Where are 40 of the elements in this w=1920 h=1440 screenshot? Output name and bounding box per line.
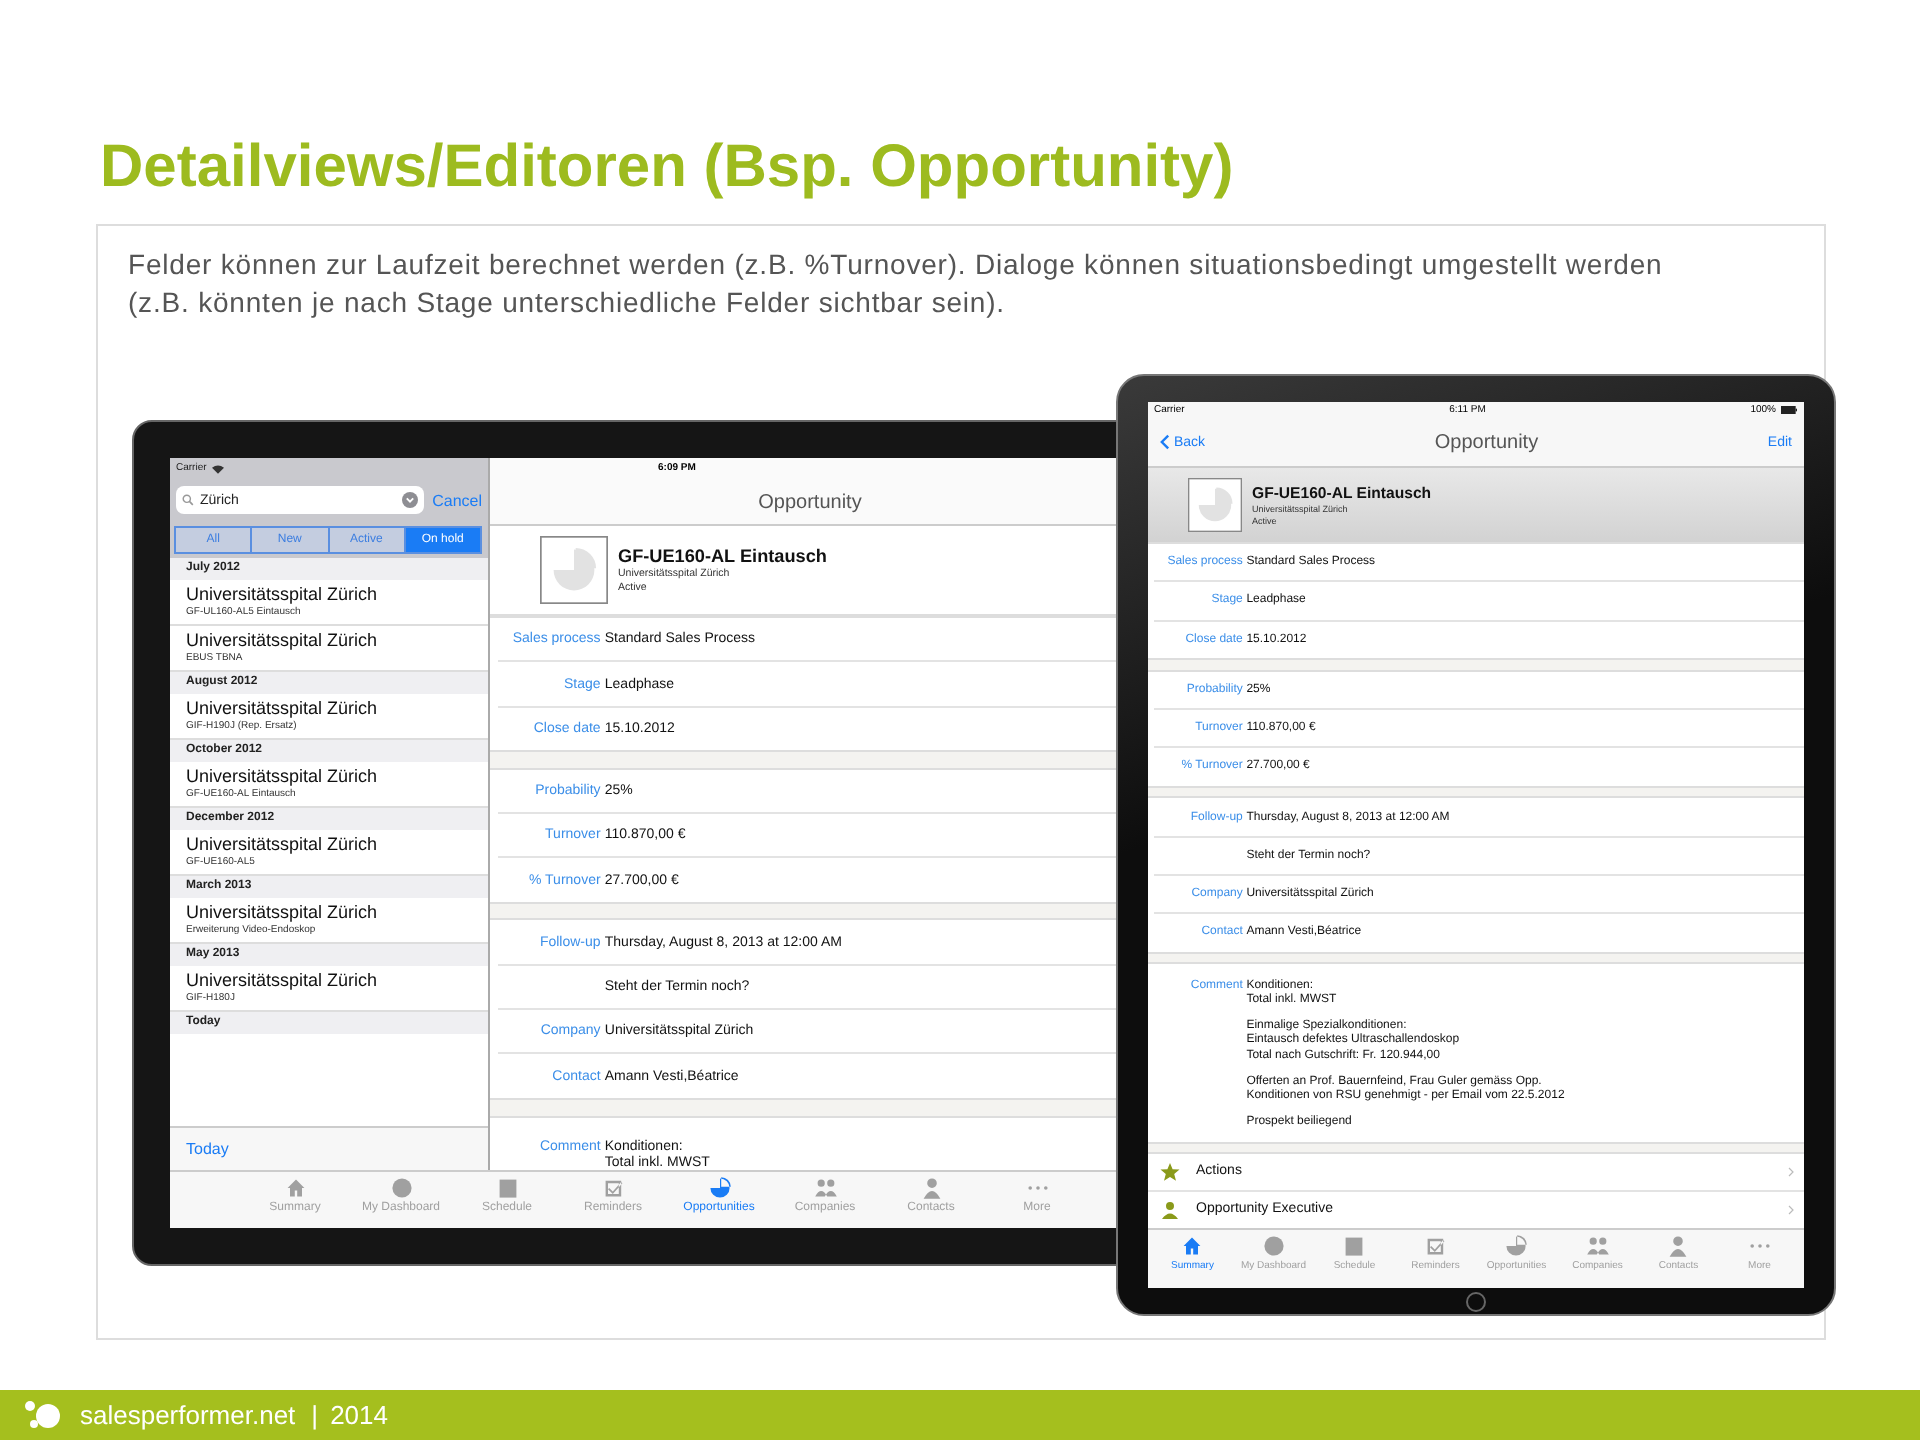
pie-chart-thumbnail	[540, 536, 608, 604]
item-name: Universitätsspital Zürich	[186, 902, 380, 924]
house-icon	[1180, 1234, 1205, 1258]
nav-title: Opportunity	[758, 491, 862, 513]
item-name: Universitätsspital Zürich	[186, 584, 380, 606]
person-icon	[1666, 1234, 1691, 1258]
pie-chart-icon	[1504, 1234, 1529, 1258]
item-name: Universitätsspital Zürich	[186, 766, 380, 788]
wifi-icon	[212, 463, 225, 473]
checkbox-icon	[1423, 1234, 1448, 1258]
clear-icon[interactable]	[402, 492, 419, 508]
today-button[interactable]: Today	[186, 1140, 229, 1158]
pie-chart-icon	[707, 1176, 731, 1200]
search-icon	[182, 494, 194, 506]
chevron-icon	[1160, 434, 1170, 450]
item-name: Universitätsspital Zürich	[186, 834, 380, 856]
footer-site: salesperformer.net	[80, 1400, 296, 1430]
footer-separator: |	[311, 1400, 319, 1430]
opportunity-name: GF-UE160-AL Eintausch	[618, 546, 827, 566]
footer-year: 2014	[330, 1400, 388, 1430]
slide-title: Detailviews/Editoren (Bsp. Opportunity)	[100, 132, 1236, 204]
item-name: Universitätsspital Zürich	[186, 970, 380, 992]
person-icon	[919, 1176, 943, 1200]
star-icon	[1160, 1161, 1180, 1182]
chevron-icon	[1788, 1203, 1794, 1216]
home-button[interactable]	[1466, 1292, 1486, 1312]
dots-logo-icon	[24, 1399, 64, 1431]
item-name: Universitätsspital Zürich	[186, 630, 380, 652]
checkbox-icon	[601, 1176, 625, 1200]
pie-chart-thumbnail	[1188, 478, 1242, 532]
battery-icon	[1779, 406, 1798, 414]
house-icon	[283, 1176, 307, 1200]
item-name: Universitätsspital Zürich	[186, 698, 380, 720]
people-icon	[813, 1176, 837, 1200]
slide-description: Felder können zur Laufzeit berechnet werden (z.B. %Turnover). Dialoge können situationsbedingt umgestellt werden (z.B. könnten je nach Stage unterschiedliche Felder sichtbar sein).	[128, 246, 1665, 322]
people-icon	[1585, 1234, 1610, 1258]
chevron-icon	[1788, 1165, 1794, 1178]
person-icon	[1160, 1199, 1180, 1220]
nav-title: Opportunity	[1434, 431, 1539, 453]
cancel-button[interactable]: Cancel	[432, 491, 482, 509]
